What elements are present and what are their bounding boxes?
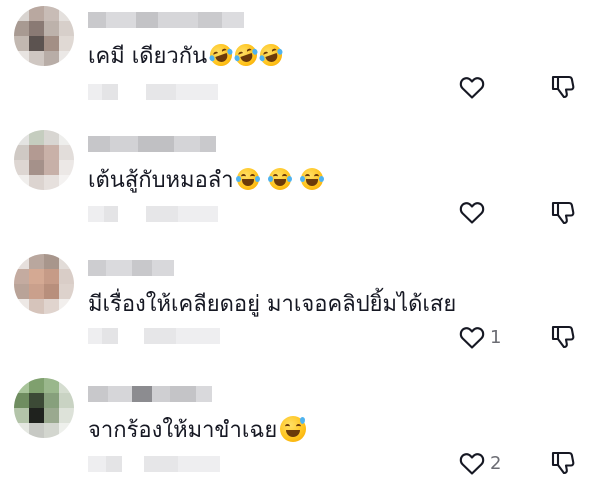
username-redacted[interactable] bbox=[88, 260, 174, 276]
avatar[interactable] bbox=[14, 130, 74, 190]
avatar[interactable] bbox=[14, 378, 74, 438]
comment-text: เคมี เดียวกัน bbox=[88, 40, 286, 72]
dislike-button[interactable] bbox=[550, 324, 576, 350]
comment-text-content: มีเรื่องให้เคลียดอยู่ มาเจอคลิปยิ้มได้เส… bbox=[88, 292, 457, 317]
like-count: 1 bbox=[490, 327, 502, 348]
like-count: 2 bbox=[490, 453, 502, 474]
rofl-emoji bbox=[207, 40, 236, 70]
grinning-sweat-emoji bbox=[280, 416, 307, 442]
like-button[interactable] bbox=[459, 201, 485, 225]
rofl-emoji bbox=[257, 40, 286, 70]
heart-outline-icon bbox=[459, 327, 485, 349]
comment-item: เต้นสู้กับหมอลำ bbox=[0, 124, 600, 246]
dislike-button[interactable] bbox=[550, 200, 576, 226]
comment-meta-redacted bbox=[88, 456, 220, 472]
username-redacted[interactable] bbox=[88, 136, 216, 152]
username-redacted[interactable] bbox=[88, 12, 244, 28]
comment-meta-redacted bbox=[88, 206, 218, 222]
thumbs-down-outline-icon bbox=[551, 75, 575, 99]
like-button[interactable] bbox=[459, 326, 485, 350]
comment-text: มีเรื่องให้เคลียดอยู่ มาเจอคลิปยิ้มได้เส… bbox=[88, 290, 456, 320]
thumbs-down-outline-icon bbox=[551, 325, 575, 349]
heart-outline-icon bbox=[459, 202, 485, 224]
comment-text: เต้นสู้กับหมอลำ bbox=[88, 166, 324, 196]
comment-meta-redacted bbox=[88, 328, 220, 344]
dislike-button[interactable] bbox=[550, 450, 576, 476]
username-redacted[interactable] bbox=[88, 386, 212, 402]
comment-text-content: เคมี เดียวกัน bbox=[88, 44, 208, 69]
comment-item: มีเรื่องให้เคลียดอยู่ มาเจอคลิปยิ้มได้เส… bbox=[0, 248, 600, 370]
like-button[interactable] bbox=[459, 452, 485, 476]
dislike-button[interactable] bbox=[550, 74, 576, 100]
comment-text-content: เต้นสู้กับหมอลำ bbox=[88, 168, 234, 193]
laughing-tears-emoji bbox=[235, 168, 260, 190]
avatar[interactable] bbox=[14, 6, 74, 66]
comment-meta-redacted bbox=[88, 84, 218, 100]
comment-item: จากร้องให้มาขำเฉย 2 bbox=[0, 372, 600, 494]
thumbs-down-outline-icon bbox=[551, 451, 575, 475]
comment-item: เคมี เดียวกัน bbox=[0, 0, 600, 122]
laughing-tears-emoji bbox=[299, 168, 324, 190]
comment-text: จากร้องให้มาขำเฉย bbox=[88, 416, 307, 446]
heart-outline-icon bbox=[459, 453, 485, 475]
laughing-tears-emoji bbox=[267, 168, 292, 190]
avatar[interactable] bbox=[14, 254, 74, 314]
thumbs-down-outline-icon bbox=[551, 201, 575, 225]
like-button[interactable] bbox=[459, 76, 485, 100]
comment-text-content: จากร้องให้มาขำเฉย bbox=[88, 418, 278, 443]
heart-outline-icon bbox=[459, 77, 485, 99]
rofl-emoji bbox=[232, 40, 261, 70]
